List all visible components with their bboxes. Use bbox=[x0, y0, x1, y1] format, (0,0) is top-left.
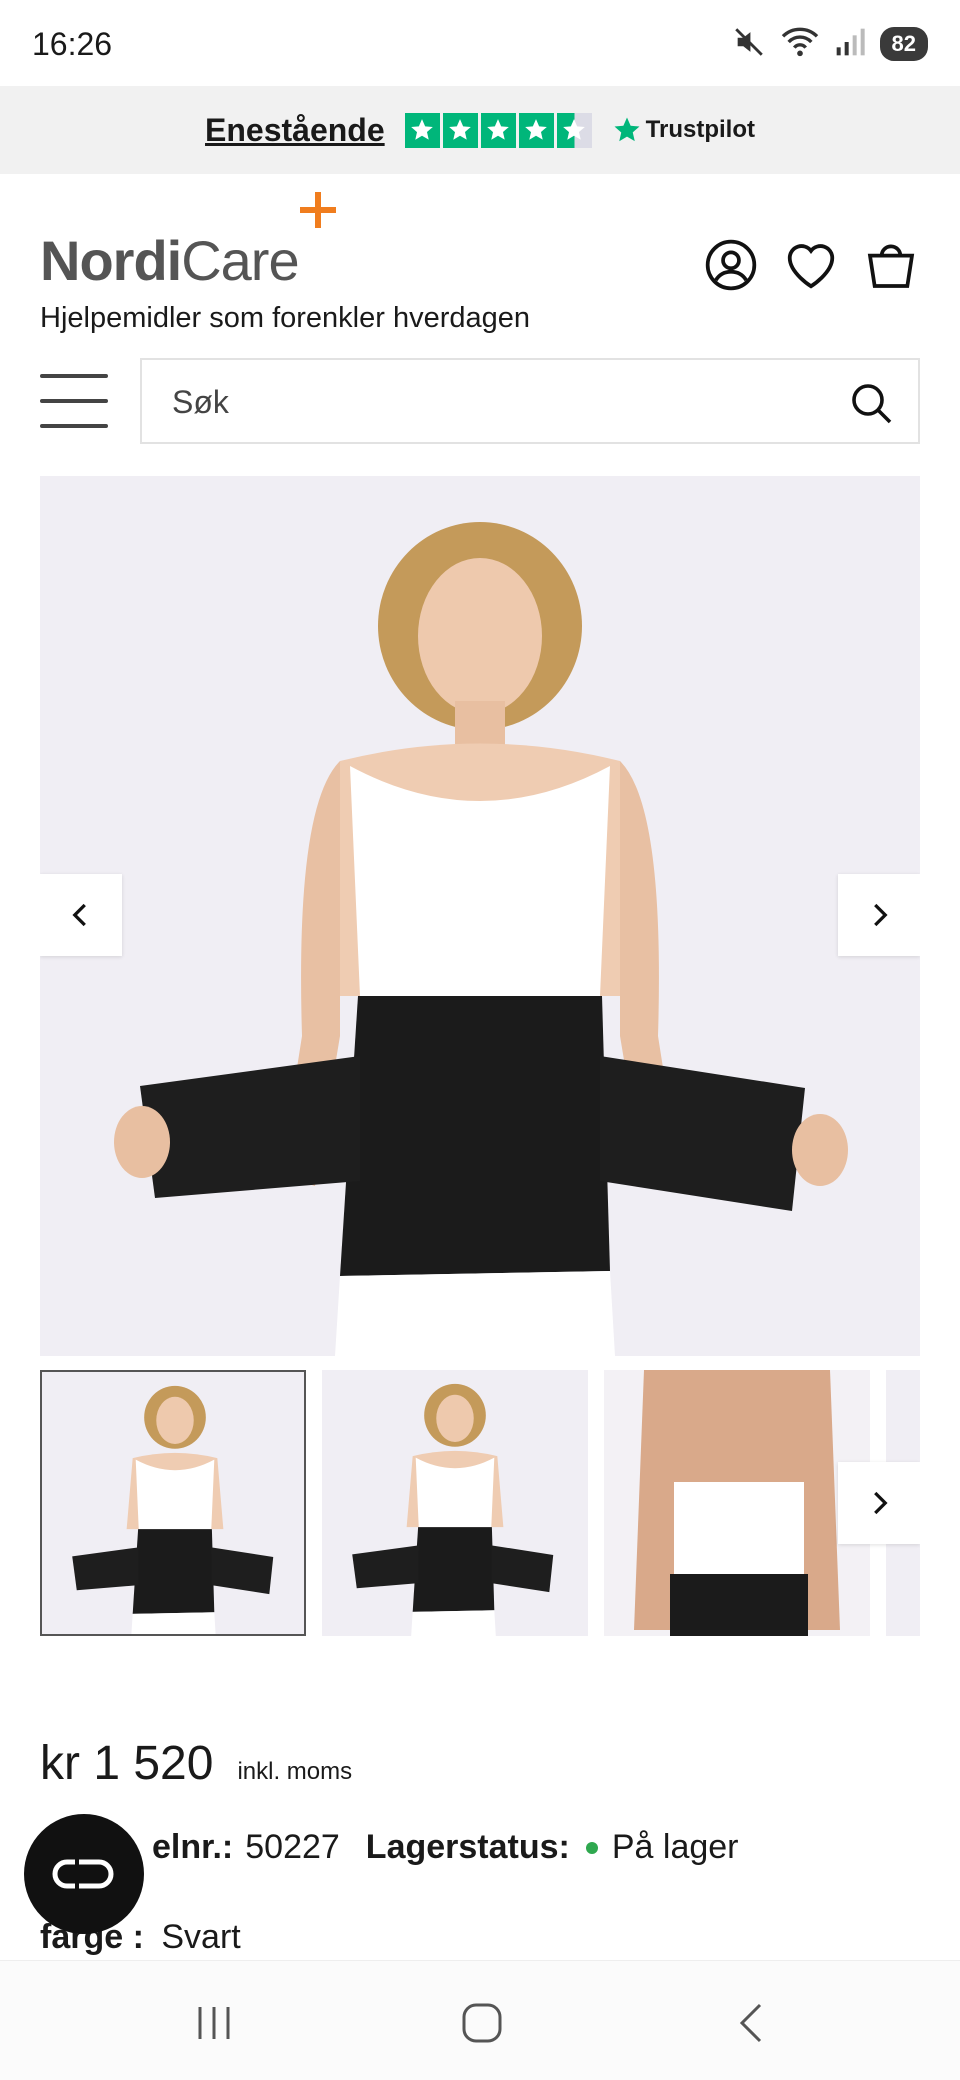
wifi-icon bbox=[780, 25, 820, 64]
tagline: Hjelpemidler som forenkler hverdagen bbox=[40, 302, 531, 334]
star-icon bbox=[404, 112, 440, 148]
header-icons bbox=[702, 236, 920, 294]
star-icon bbox=[442, 112, 478, 148]
nordicare-logo[interactable]: NordiCare bbox=[40, 190, 360, 292]
search-box[interactable] bbox=[140, 358, 920, 444]
home-icon[interactable] bbox=[452, 1995, 512, 2051]
thumbnail-next-button[interactable] bbox=[838, 1462, 920, 1544]
trustpilot-logo: Trustpilot bbox=[612, 115, 755, 145]
chevron-right-icon bbox=[874, 903, 888, 927]
trustpilot-banner[interactable]: Enestående Trustpilot bbox=[0, 86, 960, 174]
back-icon[interactable] bbox=[722, 1995, 782, 2051]
price-row: kr 1 520 inkl. moms bbox=[40, 1736, 352, 1791]
product-main-image[interactable] bbox=[40, 476, 920, 1356]
stock-status-value: På lager bbox=[611, 1828, 739, 1866]
status-icons: 82 bbox=[732, 24, 928, 64]
chevron-right-icon bbox=[874, 1491, 888, 1515]
image-next-button[interactable] bbox=[838, 874, 920, 956]
image-prev-button[interactable] bbox=[40, 874, 122, 956]
mute-icon bbox=[732, 25, 766, 64]
search-input[interactable] bbox=[172, 380, 832, 424]
signal-icon bbox=[834, 25, 866, 64]
search-icon[interactable] bbox=[848, 380, 896, 428]
logo-text: NordiCare bbox=[40, 229, 300, 292]
in-stock-dot-icon bbox=[585, 1841, 598, 1854]
star-icon bbox=[518, 112, 554, 148]
product-photo-woman-black-belt bbox=[114, 522, 848, 1356]
thumbnail-strip bbox=[40, 1370, 920, 1638]
trustpilot-brand: Trustpilot bbox=[645, 116, 755, 143]
system-nav-bar bbox=[0, 1960, 960, 2080]
stock-status-label: Lagerstatus: bbox=[365, 1828, 570, 1866]
vat-note: inkl. moms bbox=[237, 1758, 353, 1785]
article-number: 50227 bbox=[245, 1828, 340, 1866]
thumbnail-2[interactable] bbox=[322, 1370, 588, 1636]
status-bar: 16:26 82 bbox=[0, 0, 960, 86]
trustpilot-rating-text[interactable]: Enestående bbox=[205, 112, 385, 149]
status-time: 16:26 bbox=[32, 26, 113, 62]
product-info-row: elnr.: 50227 Lagerstatus: På lager bbox=[40, 1828, 739, 1867]
chat-button[interactable] bbox=[24, 1814, 144, 1934]
article-number-label: elnr.: bbox=[152, 1828, 234, 1866]
wishlist-heart-icon[interactable] bbox=[782, 236, 840, 294]
account-icon[interactable] bbox=[702, 236, 760, 294]
color-value: Svart bbox=[161, 1918, 241, 1956]
product-price: kr 1 520 bbox=[40, 1737, 214, 1790]
recent-apps-icon[interactable] bbox=[184, 1995, 244, 2051]
thumbnail-3[interactable] bbox=[604, 1370, 870, 1636]
thumbnail-1[interactable] bbox=[40, 1370, 306, 1636]
hamburger-menu-icon[interactable] bbox=[40, 374, 108, 428]
chevron-left-icon bbox=[72, 903, 86, 927]
chat-icon bbox=[52, 1859, 114, 1889]
cart-bag-icon[interactable] bbox=[862, 236, 920, 294]
trustpilot-star-icon bbox=[614, 117, 640, 142]
battery-icon: 82 bbox=[879, 27, 928, 61]
logo-plus-icon bbox=[300, 192, 336, 228]
star-icon bbox=[480, 112, 516, 148]
half-star-icon bbox=[556, 112, 592, 148]
trustpilot-stars bbox=[404, 112, 592, 148]
